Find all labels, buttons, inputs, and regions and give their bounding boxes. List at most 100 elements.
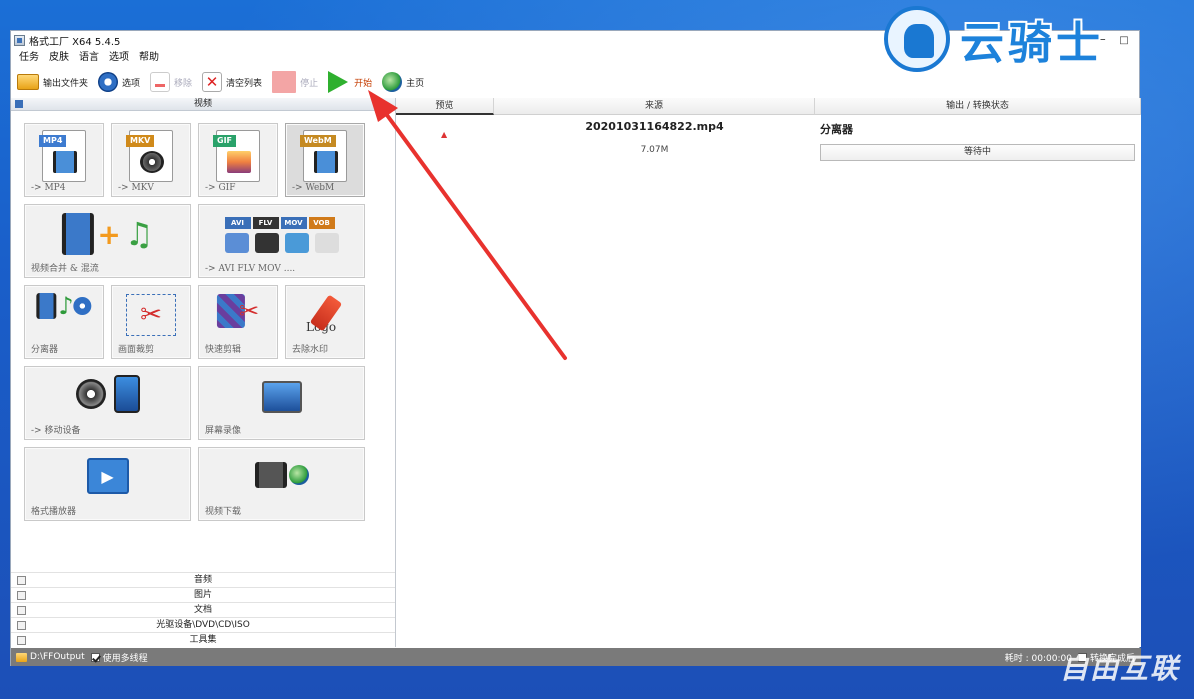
tile-splitter[interactable]: ♪ 分离器 bbox=[24, 285, 104, 359]
menu-language[interactable]: 语言 bbox=[79, 50, 99, 66]
eraser-icon bbox=[309, 294, 343, 332]
tile-label: 快速剪辑 bbox=[205, 345, 242, 355]
music-note-icon: ♪ bbox=[58, 292, 74, 320]
video-section-icon bbox=[15, 100, 23, 108]
mkv-badge: MKV bbox=[126, 135, 155, 147]
folder-icon[interactable] bbox=[16, 652, 27, 662]
tile-quick-cut[interactable]: ✂ 快速剪辑 bbox=[198, 285, 278, 359]
start-button[interactable]: 开始 bbox=[328, 70, 372, 94]
globe-icon bbox=[382, 72, 403, 92]
gif-file-icon: GIF bbox=[213, 130, 260, 182]
tile-to-gif[interactable]: GIF -> GIF bbox=[198, 123, 278, 197]
tile-label: -> AVI FLV MOV .... bbox=[205, 264, 296, 274]
stop-button[interactable]: 停止 bbox=[272, 70, 318, 94]
image-icon bbox=[17, 591, 26, 600]
tile-to-mobile[interactable]: -> 移动设备 bbox=[24, 366, 191, 440]
tile-player[interactable]: ▶ 格式播放器 bbox=[24, 447, 191, 521]
tile-label: 去除水印 bbox=[292, 345, 329, 355]
status-bar: D:\FFOutput 使用多线程 耗时 : 00:00:00 转换完成后 bbox=[11, 648, 1141, 666]
tile-label: 格式播放器 bbox=[31, 507, 77, 517]
remove-button[interactable]: 移除 bbox=[150, 70, 192, 94]
window-title: 格式工厂 X64 5.4.5 bbox=[29, 36, 121, 48]
menu-task[interactable]: 任务 bbox=[19, 50, 39, 66]
image-icon bbox=[227, 151, 251, 173]
webm-file-icon: WebM bbox=[300, 130, 347, 182]
tile-screen-record[interactable]: 屏幕录像 bbox=[198, 366, 365, 440]
mp4-file-icon: MP4 bbox=[39, 130, 86, 182]
webm-badge: WebM bbox=[300, 135, 336, 147]
tile-remove-watermark[interactable]: Logo 去除水印 bbox=[285, 285, 365, 359]
tile-video-download[interactable]: 视频下载 bbox=[198, 447, 365, 521]
options-button[interactable]: 选项 bbox=[98, 70, 140, 94]
tile-to-mp4[interactable]: MP4 -> MP4 bbox=[24, 123, 104, 197]
section-label: 光驱设备\DVD\CD\ISO bbox=[156, 620, 250, 630]
menu-bar: 任务 皮肤 语言 选项 帮助 bbox=[11, 50, 169, 66]
task-status-button[interactable]: 等待中 bbox=[820, 144, 1135, 161]
remove-icon bbox=[150, 72, 171, 92]
column-source[interactable]: 来源 bbox=[494, 98, 815, 115]
menu-options[interactable]: 选项 bbox=[109, 50, 129, 66]
stop-label: 停止 bbox=[300, 78, 319, 89]
column-preview[interactable]: 预览 bbox=[396, 98, 494, 115]
task-list-panel: 预览 来源 输出 / 转换状态 ▲ 20201031164822.mp4 7.0… bbox=[396, 98, 1141, 647]
section-documents[interactable]: 文档 bbox=[11, 602, 395, 617]
globe-icon bbox=[288, 465, 309, 485]
clapper-icon bbox=[254, 233, 279, 253]
section-images[interactable]: 图片 bbox=[11, 587, 395, 602]
tile-video-merge[interactable]: + ♫ 视频合并 & 混流 bbox=[24, 204, 191, 278]
audio-icon bbox=[17, 576, 26, 585]
section-audio[interactable]: 音频 bbox=[11, 572, 395, 587]
section-label: 音频 bbox=[193, 575, 212, 585]
clear-list-button[interactable]: ✕ 清空列表 bbox=[202, 70, 262, 94]
watermark-top-text: 云骑士 bbox=[960, 18, 1104, 69]
tile-label: 屏幕录像 bbox=[205, 426, 242, 436]
disc-drive-icon bbox=[17, 621, 26, 630]
clear-list-label: 清空列表 bbox=[226, 78, 263, 89]
multithread-checkbox[interactable] bbox=[90, 652, 100, 662]
section-tools[interactable]: 工具集 bbox=[11, 632, 395, 647]
home-button[interactable]: 主页 bbox=[382, 70, 424, 94]
tile-to-webm[interactable]: WebM -> WebM bbox=[285, 123, 365, 197]
task-filename[interactable]: 20201031164822.mp4 bbox=[494, 120, 815, 133]
quicktime-icon bbox=[284, 233, 309, 253]
start-label: 开始 bbox=[354, 78, 373, 89]
tile-to-mkv[interactable]: MKV -> MKV bbox=[111, 123, 191, 197]
phone-icon bbox=[113, 375, 140, 413]
vob-badge: VOB bbox=[308, 217, 335, 229]
knight-logo-icon bbox=[884, 6, 950, 72]
mov-badge: MOV bbox=[280, 217, 307, 229]
options-label: 选项 bbox=[122, 78, 141, 89]
column-output-status[interactable]: 输出 / 转换状态 bbox=[815, 98, 1141, 115]
film-icon bbox=[314, 151, 338, 173]
clear-x-icon: ✕ bbox=[202, 72, 223, 92]
section-label: 文档 bbox=[193, 605, 212, 615]
output-folder-button[interactable]: 输出文件夹 bbox=[17, 70, 88, 94]
scissors-icon: ✂ bbox=[238, 297, 260, 325]
stop-icon bbox=[272, 71, 297, 93]
gear-icon bbox=[98, 72, 119, 92]
tile-label: -> 移动设备 bbox=[31, 426, 81, 436]
section-label: 工具集 bbox=[189, 635, 217, 645]
home-label: 主页 bbox=[406, 78, 425, 89]
tile-label: -> MP4 bbox=[31, 183, 66, 193]
preview-thumbnail[interactable]: ▲ bbox=[441, 130, 447, 139]
music-note-icon: ♫ bbox=[124, 215, 154, 253]
tile-to-avi-flv-mov[interactable]: AVI FLV MOV VOB -> AVI FLV MOV .... bbox=[198, 204, 365, 278]
avi-badge: AVI bbox=[224, 217, 251, 229]
remove-label: 移除 bbox=[174, 78, 193, 89]
tile-crop[interactable]: ✂ 画面裁剪 bbox=[111, 285, 191, 359]
tile-label: -> GIF bbox=[205, 183, 236, 193]
menu-help[interactable]: 帮助 bbox=[139, 50, 159, 66]
mp4-badge: MP4 bbox=[39, 135, 67, 147]
section-optical[interactable]: 光驱设备\DVD\CD\ISO bbox=[11, 617, 395, 632]
watermark-top: 云骑士 bbox=[884, 2, 1184, 76]
document-icon bbox=[17, 606, 26, 615]
tile-label: 视频合并 & 混流 bbox=[31, 264, 99, 274]
flv-badge: FLV bbox=[252, 217, 279, 229]
menu-skin[interactable]: 皮肤 bbox=[49, 50, 69, 66]
tile-label: 视频下载 bbox=[205, 507, 242, 517]
tile-label: 画面裁剪 bbox=[118, 345, 155, 355]
reel-icon bbox=[73, 297, 92, 315]
video-section-header[interactable]: 视频 bbox=[11, 98, 395, 111]
output-path[interactable]: D:\FFOutput bbox=[30, 652, 85, 662]
